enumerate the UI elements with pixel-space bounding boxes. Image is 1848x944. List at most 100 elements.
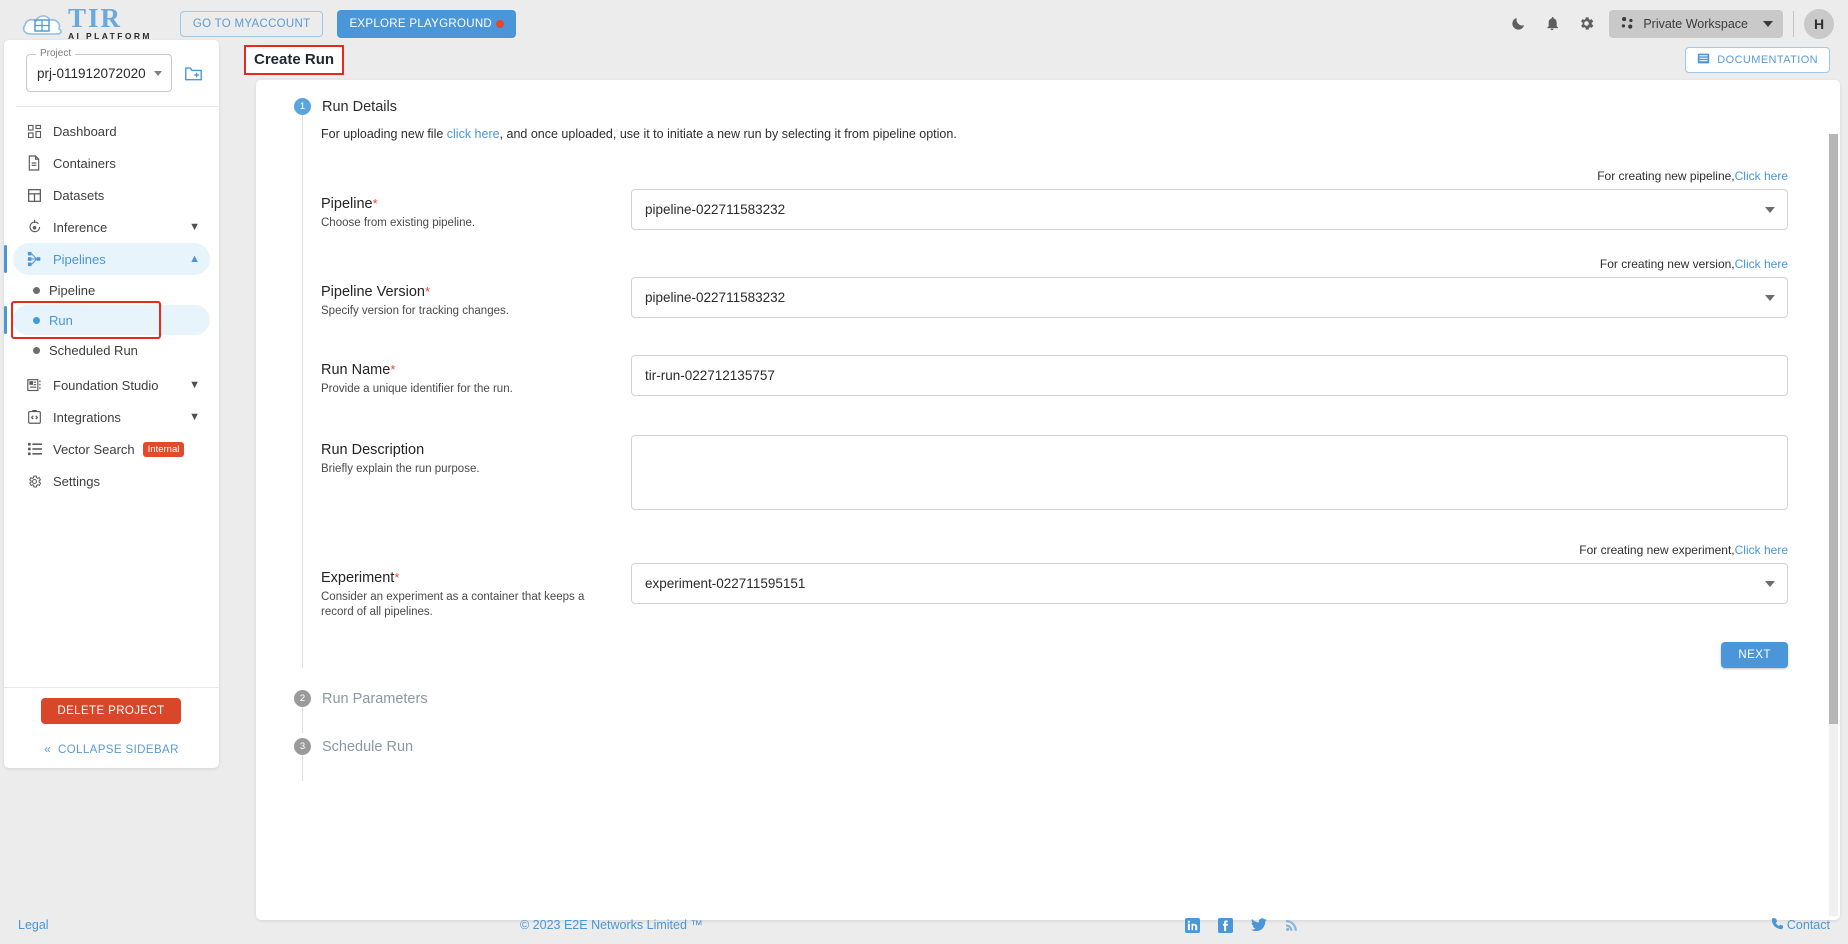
pipeline-label-wrap: Pipeline*: [321, 196, 631, 212]
click-here-upload-link[interactable]: click here: [447, 127, 500, 141]
create-version-link[interactable]: Click here: [1735, 257, 1788, 271]
panel-scrollbar-thumb[interactable]: [1829, 134, 1838, 724]
settings-gear-icon: [27, 474, 53, 489]
double-chevron-left-icon: «: [44, 744, 51, 756]
pipeline-field-labels: Pipeline* Choose from existing pipeline.: [321, 189, 631, 231]
pipeline-hint: For creating new pipeline,Click here: [321, 169, 1840, 183]
sidebar-item-containers[interactable]: Containers: [13, 147, 210, 179]
workspace-selector[interactable]: Private Workspace: [1609, 9, 1783, 38]
documentation-icon: [1697, 52, 1710, 68]
run-name-description: Provide a unique identifier for the run.: [321, 383, 513, 395]
version-hint-text: For creating new version,: [1599, 257, 1735, 271]
twitter-icon[interactable]: [1251, 918, 1267, 932]
collapse-sidebar-label: COLLAPSE SIDEBAR: [57, 744, 179, 756]
rss-icon[interactable]: [1285, 918, 1299, 932]
step-1-note: For uploading new file click here, and o…: [321, 127, 1840, 141]
project-select-value: prj-011912072020: [37, 65, 146, 81]
workspace-label: Private Workspace: [1643, 16, 1748, 31]
create-pipeline-link[interactable]: Click here: [1735, 169, 1788, 183]
required-marker: *: [372, 196, 378, 211]
contact-label: Contact: [1786, 918, 1830, 932]
step-3-header[interactable]: 3 Schedule Run: [256, 738, 1840, 755]
panel-scrollbar-track[interactable]: [1829, 134, 1838, 916]
run-name-input[interactable]: [631, 355, 1788, 396]
sidebar-item-pipeline[interactable]: Pipeline: [13, 275, 210, 305]
experiment-select[interactable]: experiment-022711595151: [631, 563, 1788, 604]
run-description-description: Briefly explain the run purpose.: [321, 463, 480, 475]
sidebar-item-integrations[interactable]: Integrations ▼: [13, 401, 210, 433]
go-to-myaccount-button[interactable]: GO TO MYACCOUNT: [179, 10, 324, 37]
sidebar-item-datasets[interactable]: Datasets: [13, 179, 210, 211]
facebook-icon[interactable]: [1218, 917, 1233, 933]
sidebar-item-scheduled-run[interactable]: Scheduled Run: [13, 335, 210, 365]
run-description-control: [631, 435, 1840, 515]
sidebar-item-dashboard[interactable]: Dashboard: [13, 115, 210, 147]
sidebar-item-settings[interactable]: Settings: [13, 465, 210, 497]
version-description: Specify version for tracking changes.: [321, 305, 509, 317]
header-divider: [1793, 10, 1794, 37]
contact-link[interactable]: Contact: [1771, 917, 1830, 933]
settings-icon[interactable]: [1569, 7, 1603, 41]
sidebar-item-run[interactable]: Run: [4, 305, 210, 335]
run-description-textarea[interactable]: [631, 435, 1788, 510]
project-selector-row: Project prj-011912072020: [4, 40, 219, 102]
run-name-label-wrap: Run Name*: [321, 362, 631, 378]
chevron-down-icon: [1765, 580, 1775, 587]
logo-title: TIR: [68, 2, 123, 33]
sidebar-item-inference[interactable]: Inference ▼: [13, 211, 210, 243]
pipeline-select[interactable]: pipeline-022711583232: [631, 189, 1788, 230]
sidebar-item-foundation-studio[interactable]: Foundation Studio ▼: [13, 369, 210, 401]
notifications-icon[interactable]: [1535, 7, 1569, 41]
run-name-label: Run Name: [321, 362, 391, 378]
pipeline-select-value: pipeline-022711583232: [645, 202, 786, 217]
version-control: pipeline-022711583232: [631, 277, 1840, 318]
required-marker: *: [390, 362, 396, 377]
pipeline-version-select[interactable]: pipeline-022711583232: [631, 277, 1788, 318]
delete-project-button[interactable]: DELETE PROJECT: [41, 698, 181, 724]
sidebar-item-vector-search[interactable]: Vector Search Internal: [13, 433, 210, 465]
workspace-icon: [1619, 15, 1636, 33]
app-footer: Legal © 2023 E2E Networks Limited ™ Cont…: [0, 906, 1848, 944]
step-2-header[interactable]: 2 Run Parameters: [256, 690, 1840, 707]
experiment-description: Consider an experiment as a container th…: [321, 591, 585, 618]
experiment-label-wrap: Experiment*: [321, 570, 631, 586]
run-description-labels: Run Description Briefly explain the run …: [321, 435, 631, 477]
chevron-down-icon: [1763, 20, 1773, 27]
social-links: [1185, 917, 1299, 933]
version-field-labels: Pipeline Version* Specify version for tr…: [321, 277, 631, 319]
documentation-button[interactable]: DOCUMENTATION: [1685, 47, 1830, 73]
page-title-highlight: Create Run: [244, 45, 345, 75]
page-title: Create Run: [254, 51, 335, 68]
sidebar-item-label: Dashboard: [53, 123, 117, 139]
project-select[interactable]: Project prj-011912072020: [26, 48, 172, 92]
chevron-down-icon: ▼: [189, 378, 200, 391]
explore-playground-button[interactable]: EXPLORE PLAYGROUND: [337, 9, 517, 38]
step-3-title: Schedule Run: [322, 738, 414, 755]
step-1-title: Run Details: [322, 98, 397, 115]
experiment-label: Experiment: [321, 570, 395, 586]
new-project-folder-icon[interactable]: [184, 65, 203, 82]
version-label-wrap: Pipeline Version*: [321, 284, 631, 300]
run-name-labels: Run Name* Provide a unique identifier fo…: [321, 355, 631, 397]
legal-link[interactable]: Legal: [18, 918, 49, 932]
required-marker: *: [394, 570, 400, 585]
foundation-studio-icon: [27, 378, 53, 393]
avatar[interactable]: H: [1804, 8, 1834, 39]
pipeline-label: Pipeline: [321, 196, 373, 212]
panel-scroll-area[interactable]: 1 Run Details For uploading new file cli…: [256, 80, 1840, 920]
next-button[interactable]: NEXT: [1721, 642, 1788, 668]
chevron-down-icon: [154, 70, 162, 76]
step-1-body: For uploading new file click here, and o…: [302, 115, 1840, 668]
step-3-number: 3: [294, 738, 311, 755]
app-logo[interactable]: TIR AI PLATFORM: [20, 2, 152, 42]
create-experiment-link[interactable]: Click here: [1735, 543, 1788, 557]
linkedin-icon[interactable]: [1185, 917, 1200, 933]
version-hint: For creating new version,Click here: [321, 257, 1840, 271]
main-content: Create Run DOCUMENTATION 1 Run Details F…: [244, 40, 1840, 920]
sidebar-subitem-label: Scheduled Run: [49, 342, 138, 358]
collapse-sidebar-button[interactable]: « COLLAPSE SIDEBAR: [4, 744, 219, 756]
pipeline-hint-text: For creating new pipeline,: [1597, 169, 1735, 183]
datasets-icon: [27, 188, 53, 203]
sidebar-item-pipelines[interactable]: Pipelines ▲: [4, 243, 210, 275]
dark-mode-icon[interactable]: [1501, 7, 1535, 41]
